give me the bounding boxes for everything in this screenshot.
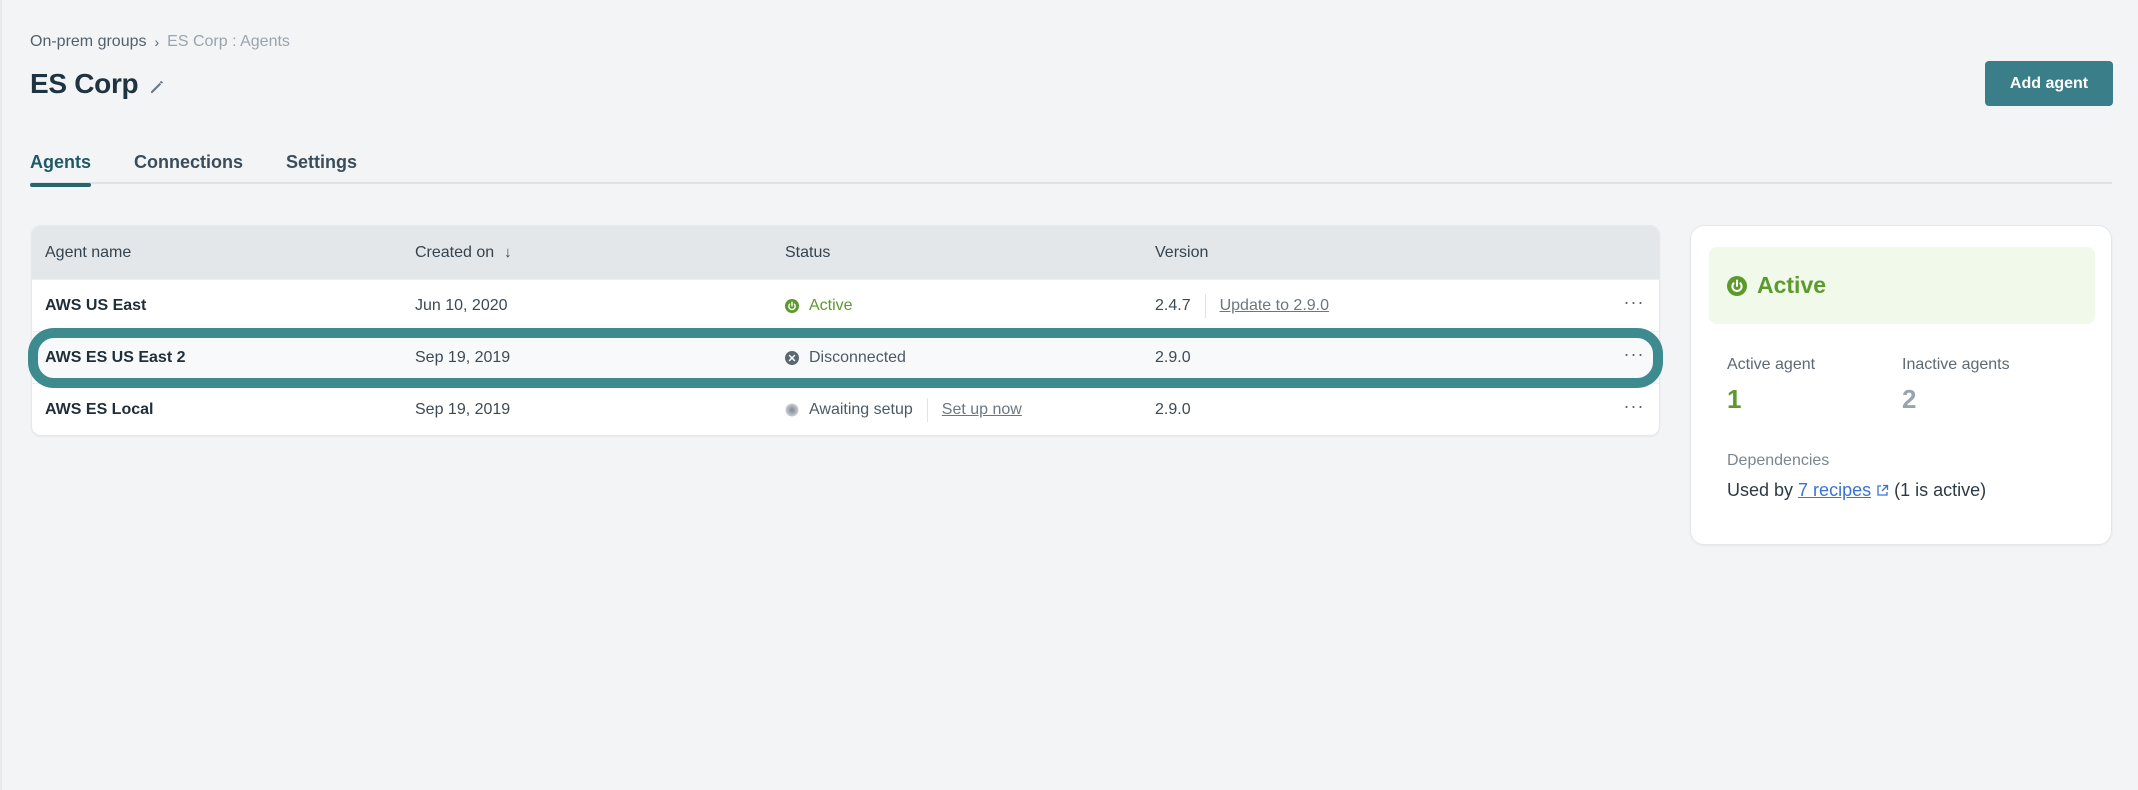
table-row[interactable]: AWS ES Local Sep 19, 2019 Awaiting setup…: [32, 383, 1659, 435]
version-text: 2.9.0: [1155, 400, 1191, 418]
inactive-agents-label: Inactive agents: [1902, 356, 2010, 373]
divider: [926, 397, 928, 422]
dependencies-line: Used by 7 recipes (1 is active): [1727, 480, 1986, 501]
breadcrumb-current: ES Corp : Agents: [167, 33, 290, 50]
tab-bar: Agents Connections Settings: [30, 150, 2112, 187]
set-up-now-link[interactable]: Set up now: [942, 401, 1022, 419]
version-text: 2.4.7: [1155, 296, 1191, 314]
table-header: Agent name Created on ↓ Status Version: [32, 226, 1659, 279]
tab-agents[interactable]: Agents: [30, 150, 92, 187]
disconnected-icon: [785, 350, 799, 365]
external-link-icon[interactable]: [1876, 484, 1889, 497]
agent-name: AWS US East: [45, 296, 147, 314]
status-text: Disconnected: [809, 348, 906, 366]
created-date: Jun 10, 2020: [415, 296, 508, 314]
dependencies-section: Dependencies Used by 7 recipes (1 is act…: [1727, 452, 1986, 501]
more-options-icon[interactable]: ···: [1624, 293, 1645, 311]
agent-name: AWS ES Local: [45, 400, 154, 418]
inactive-agents-count: 2: [1902, 384, 1917, 414]
created-date: Sep 19, 2019: [415, 400, 511, 418]
column-header-status: Status: [785, 243, 831, 261]
agents-table: Agent name Created on ↓ Status Version AW…: [31, 225, 1660, 436]
status-text: Active: [809, 296, 853, 314]
arrow-down-icon[interactable]: ↓: [504, 244, 512, 261]
chevron-right-icon: ›: [154, 34, 160, 50]
active-agents-count: 1: [1727, 384, 1742, 414]
tab-settings[interactable]: Settings: [286, 150, 357, 184]
title-row: ES Corp: [30, 68, 166, 100]
group-status-banner: Active: [1709, 247, 2095, 324]
pencil-icon[interactable]: [148, 78, 166, 96]
column-header-created-on[interactable]: Created on ↓: [402, 244, 772, 262]
divider: [1204, 293, 1206, 318]
active-recipes-note: (1 is active): [1894, 480, 1987, 500]
version-cell: 2.9.0: [1142, 349, 1609, 367]
agent-name: AWS ES US East 2: [45, 348, 186, 366]
breadcrumb: On-prem groups › ES Corp : Agents: [30, 33, 290, 51]
tab-connections[interactable]: Connections: [134, 150, 243, 184]
status-text: Awaiting setup: [809, 400, 913, 418]
power-icon: [1727, 275, 1747, 296]
column-header-agent-name: Agent name: [45, 243, 132, 261]
update-version-link[interactable]: Update to 2.9.0: [1220, 297, 1329, 315]
table-row[interactable]: AWS ES US East 2 Sep 19, 2019 Disconnect…: [32, 331, 1659, 383]
created-date: Sep 19, 2019: [415, 348, 511, 366]
version-cell: 2.4.7 Update to 2.9.0: [1142, 293, 1609, 318]
breadcrumb-on-prem-groups[interactable]: On-prem groups: [30, 33, 147, 51]
version-text: 2.9.0: [1155, 348, 1191, 366]
inactive-agents-stat: Inactive agents 2: [1902, 356, 2010, 415]
power-icon: [785, 298, 799, 313]
status-cell: Disconnected: [772, 349, 1142, 367]
active-agents-stat: Active agent 1: [1727, 356, 1815, 415]
version-cell: 2.9.0: [1142, 401, 1609, 419]
more-options-icon[interactable]: ···: [1624, 397, 1645, 415]
column-header-created-on-label: Created on: [415, 243, 495, 261]
page-edge: [0, 0, 2, 790]
dependencies-label: Dependencies: [1727, 452, 1830, 469]
used-by-text: Used by: [1727, 480, 1794, 500]
active-agents-label: Active agent: [1727, 356, 1816, 373]
status-cell: Active: [772, 297, 1142, 315]
status-cell: Awaiting setup Set up now: [772, 397, 1142, 422]
add-agent-button[interactable]: Add agent: [1985, 61, 2113, 106]
page-title: ES Corp: [30, 68, 139, 99]
pending-dot-icon: [785, 403, 799, 417]
more-options-icon[interactable]: ···: [1624, 345, 1645, 363]
column-header-version: Version: [1155, 243, 1209, 261]
recipes-link[interactable]: 7 recipes: [1798, 480, 1871, 501]
group-status-label: Active: [1757, 272, 1827, 298]
summary-panel: Active Active agent 1 Inactive agents 2 …: [1690, 225, 2112, 545]
table-row[interactable]: AWS US East Jun 10, 2020 Active 2.4.7 Up…: [32, 279, 1659, 331]
